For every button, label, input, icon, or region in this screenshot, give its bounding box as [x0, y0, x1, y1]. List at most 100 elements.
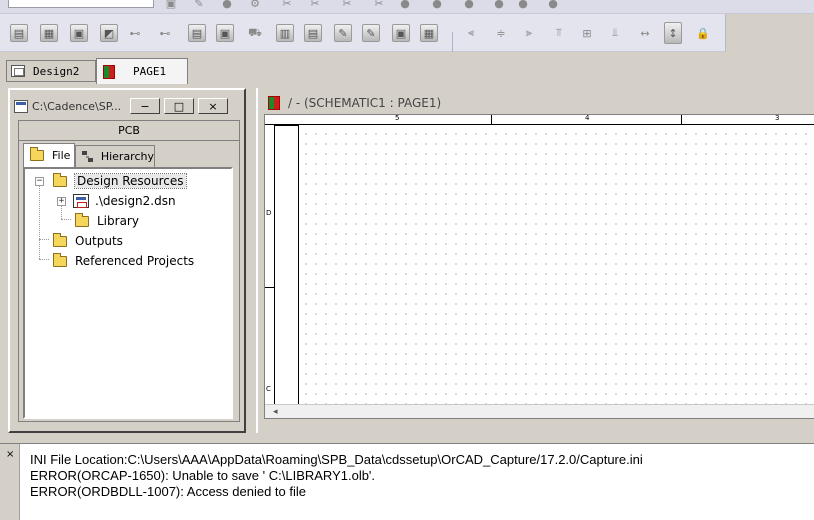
- help-icon[interactable]: ✎: [190, 0, 208, 12]
- tree-item-design-resources[interactable]: Design Resources: [53, 172, 187, 189]
- save-icon[interactable]: ▣: [162, 0, 180, 12]
- distribute-h-icon[interactable]: ↔: [636, 24, 654, 42]
- session-log: × INI File Location:C:\Users\AAA\AppData…: [0, 444, 814, 520]
- tree-connector: [39, 181, 40, 259]
- folder-icon: [75, 212, 89, 227]
- folder-icon: [30, 147, 44, 161]
- properties-icon[interactable]: ▥: [276, 24, 294, 42]
- library-icon[interactable]: ▤: [10, 24, 28, 42]
- tab-page1[interactable]: PAGE1: [96, 58, 188, 84]
- back-icon[interactable]: ●: [460, 0, 478, 12]
- horizontal-scrollbar[interactable]: ◂: [265, 404, 814, 418]
- undo-icon[interactable]: ●: [396, 0, 414, 12]
- toolbar-combo[interactable]: [8, 0, 154, 8]
- tab-hierarchy[interactable]: Hierarchy: [75, 145, 155, 167]
- tree-item-outputs[interactable]: Outputs: [53, 232, 123, 249]
- project-titlebar[interactable]: C:\Cadence\SP... − □ ×: [14, 96, 240, 116]
- schematic-grid[interactable]: [299, 126, 814, 405]
- project-panel: PCB File Hierarchy − Design Resources +: [18, 120, 240, 422]
- align-left-icon[interactable]: ⫷: [462, 24, 480, 42]
- scroll-left-icon[interactable]: ◂: [273, 407, 278, 417]
- table-icon[interactable]: ▦: [420, 24, 438, 42]
- minimize-button[interactable]: −: [130, 98, 160, 114]
- tree-label: Design Resources: [74, 173, 187, 189]
- log-line: ERROR(ORCAP-1650): Unable to save ' C:\L…: [30, 468, 376, 483]
- border-ruler-left: D C: [265, 125, 275, 405]
- page-icon[interactable]: ▣: [392, 24, 410, 42]
- parts-icon[interactable]: ▦: [40, 24, 58, 42]
- project-icon: [11, 65, 25, 77]
- border-ruler-top: 5 4 3: [265, 115, 814, 125]
- ruler-zone-label: 4: [585, 114, 590, 122]
- ruler-tick: [491, 115, 492, 125]
- folder-icon: [53, 172, 67, 187]
- tree-label: Referenced Projects: [75, 254, 195, 268]
- align-top-icon[interactable]: ⫪: [550, 24, 568, 42]
- tree-expander[interactable]: +: [57, 197, 66, 206]
- note-icon[interactable]: ✎: [334, 24, 352, 42]
- align-middle-icon[interactable]: ⊞: [578, 24, 596, 42]
- project-window-icon: [14, 99, 28, 113]
- close-button[interactable]: ×: [198, 98, 228, 114]
- align-right-icon[interactable]: ⫸: [520, 24, 538, 42]
- find-icon[interactable]: ●: [218, 0, 236, 12]
- tree-label: Outputs: [75, 234, 123, 248]
- close-icon[interactable]: ×: [6, 450, 14, 460]
- log-splitter[interactable]: [0, 434, 814, 444]
- cross-ref-icon[interactable]: ✂: [338, 0, 356, 12]
- ruler-zone-label: 3: [775, 114, 780, 122]
- ruler-zone-label: C: [266, 385, 271, 393]
- ruler-zone-label: D: [266, 209, 272, 217]
- log-line: INI File Location:C:\Users\AAA\AppData\R…: [30, 452, 643, 467]
- drc-icon[interactable]: ✂: [306, 0, 324, 12]
- tab-label: Design2: [33, 64, 80, 78]
- bom-icon[interactable]: ✂: [370, 0, 388, 12]
- tree-item-referenced-projects[interactable]: Referenced Projects: [53, 252, 195, 269]
- tree-label: Library: [97, 214, 139, 228]
- tree-item-design-file[interactable]: .\design2.dsn: [73, 193, 176, 209]
- tree-connector: [39, 239, 49, 240]
- tree-label: .\design2.dsn: [95, 194, 176, 208]
- schematic-window: / - (SCHEMATIC1 : PAGE1) 5 4 3 D C ◂: [256, 88, 814, 433]
- schematic-page-icon: [268, 96, 280, 110]
- tab-hierarchy-label: Hierarchy: [100, 150, 154, 163]
- report-icon[interactable]: ✎: [362, 24, 380, 42]
- tree-connector: [39, 259, 49, 260]
- ruler-zone-label: 5: [395, 114, 400, 122]
- edit-icon[interactable]: ▣: [70, 24, 88, 42]
- hierarchy-icon: [82, 150, 93, 163]
- tab-file[interactable]: File: [23, 143, 75, 167]
- tree-expander[interactable]: −: [35, 177, 44, 186]
- design-file-icon: [73, 194, 89, 208]
- tree-item-library[interactable]: Library: [75, 212, 139, 229]
- lock-icon[interactable]: 🔒: [694, 24, 712, 42]
- netlist-icon[interactable]: ✂: [278, 0, 296, 12]
- pin-icon[interactable]: ◩: [100, 24, 118, 42]
- align-bottom-icon[interactable]: ⫫: [606, 24, 624, 42]
- cart-icon[interactable]: ⛟: [246, 24, 264, 42]
- redo-icon[interactable]: ●: [428, 0, 446, 12]
- border-line: [275, 125, 299, 126]
- zoom-icon[interactable]: ●: [544, 0, 562, 12]
- schematic-titlebar[interactable]: / - (SCHEMATIC1 : PAGE1): [266, 94, 441, 112]
- copy-icon[interactable]: ▤: [188, 24, 206, 42]
- project-tree: − Design Resources + .\design2.dsn Libra…: [23, 167, 233, 419]
- forward-icon[interactable]: ●: [490, 0, 508, 12]
- tag-icon[interactable]: ▤: [304, 24, 322, 42]
- align-center-icon[interactable]: ≑: [492, 24, 510, 42]
- schematic-canvas[interactable]: 5 4 3 D C ◂: [264, 114, 814, 419]
- tab-design2[interactable]: Design2: [6, 60, 96, 82]
- print-icon[interactable]: ●: [514, 0, 532, 12]
- net-icon[interactable]: ⊷: [126, 24, 144, 42]
- maximize-button[interactable]: □: [164, 98, 194, 114]
- ruler-tick: [681, 115, 682, 125]
- bus-icon[interactable]: ⊷: [156, 24, 174, 42]
- log-line: ERROR(ORDBDLL-1007): Access denied to fi…: [30, 484, 307, 499]
- annotate-icon[interactable]: ⚙: [246, 0, 264, 12]
- tab-file-label: File: [52, 149, 71, 162]
- export-icon[interactable]: ▣: [216, 24, 234, 42]
- distribute-v-icon[interactable]: ↕: [664, 22, 682, 44]
- schematic-title: / - (SCHEMATIC1 : PAGE1): [288, 96, 442, 110]
- folder-icon: [53, 252, 67, 267]
- tree-connector: [61, 219, 71, 220]
